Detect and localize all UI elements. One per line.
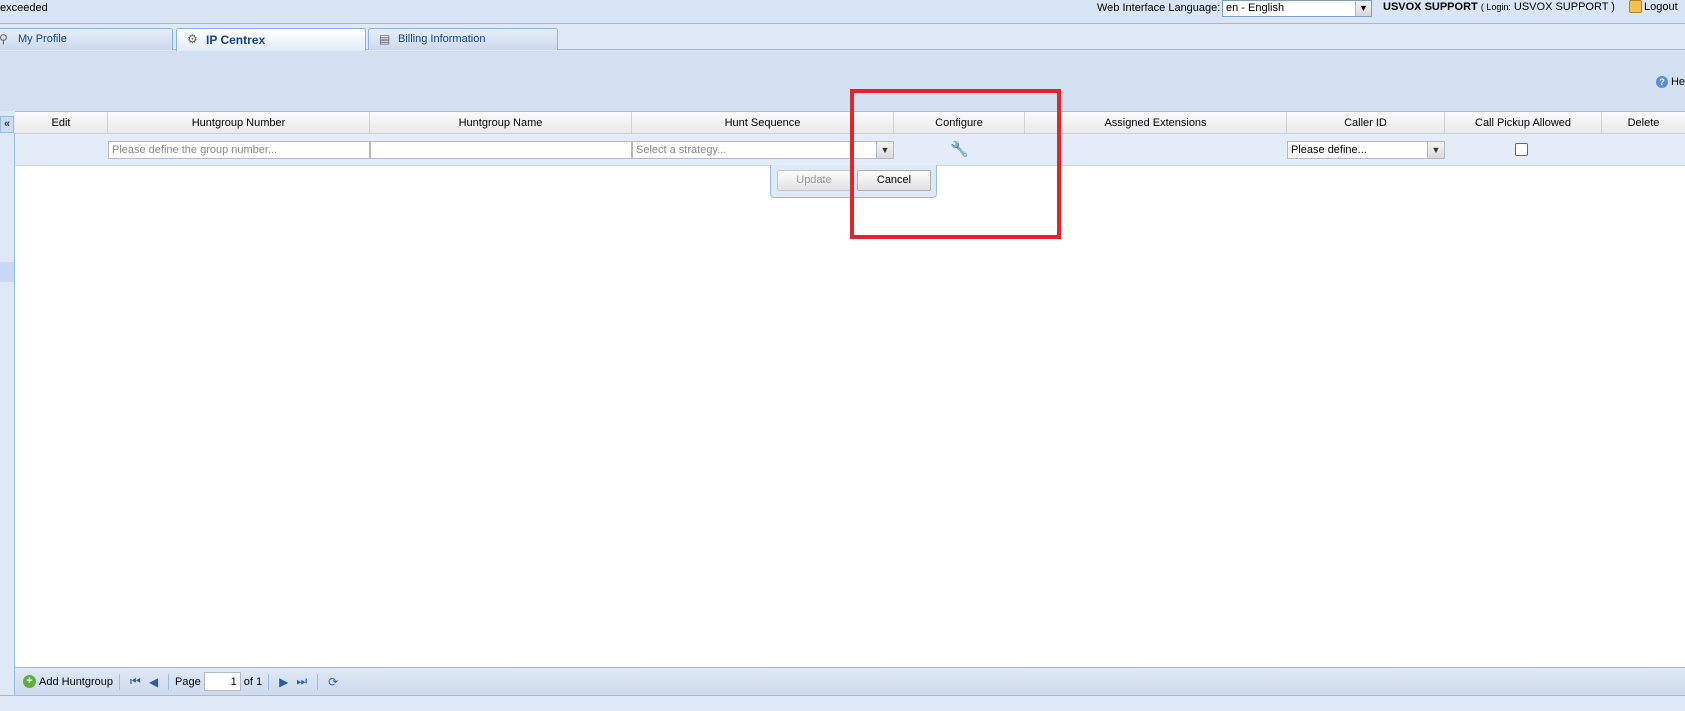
chevron-down-icon[interactable]: ▼ bbox=[1427, 142, 1444, 158]
lock-icon bbox=[1629, 0, 1642, 13]
toolbar-separator bbox=[317, 673, 319, 690]
tab-label: Billing Information bbox=[398, 33, 486, 45]
logout-label: Logout bbox=[1644, 0, 1678, 13]
row-editor-buttons: Update Cancel bbox=[770, 165, 937, 198]
wrench-icon[interactable]: 🔧 bbox=[950, 140, 969, 158]
user-icon: ⚲ bbox=[0, 32, 8, 46]
update-button[interactable]: Update bbox=[777, 170, 851, 191]
editor-row: Please define the group number... Select… bbox=[15, 134, 1685, 166]
login-prefix: ( Login: bbox=[1480, 2, 1511, 12]
document-icon: ▤ bbox=[379, 32, 391, 46]
toolbar-separator bbox=[119, 673, 120, 690]
page-count: of 1 bbox=[243, 675, 263, 688]
user-info: USVOX SUPPORT ( Login: USVOX SUPPORT ) bbox=[1383, 1, 1615, 13]
header-band bbox=[0, 51, 1685, 111]
status-text: exceeded bbox=[0, 2, 48, 14]
sidebar-selected-item[interactable] bbox=[0, 262, 14, 282]
toolbar-separator bbox=[268, 673, 270, 690]
language-label: Web Interface Language: bbox=[1097, 2, 1221, 14]
hunt-sequence-placeholder: Select a strategy... bbox=[636, 144, 727, 156]
collapse-sidebar-button[interactable]: « bbox=[0, 116, 14, 133]
help-button[interactable]: ? He bbox=[1655, 76, 1685, 88]
column-header-edit[interactable]: Edit bbox=[15, 112, 108, 134]
toolbar-separator bbox=[168, 673, 170, 690]
cancel-button[interactable]: Cancel bbox=[857, 170, 931, 191]
column-header-huntgroup-name[interactable]: Huntgroup Name bbox=[370, 112, 632, 134]
huntgroup-number-input[interactable]: Please define the group number... bbox=[108, 141, 370, 159]
gear-icon: ⚙ bbox=[187, 32, 198, 46]
tab-my-profile[interactable]: ⚲ My Profile bbox=[0, 28, 173, 50]
add-huntgroup-button[interactable]: + Add Huntgroup bbox=[23, 675, 113, 688]
add-huntgroup-label: Add Huntgroup bbox=[39, 675, 113, 688]
page-number-input[interactable] bbox=[203, 672, 241, 691]
refresh-icon[interactable]: ⟳ bbox=[328, 675, 338, 689]
column-header-caller-id[interactable]: Caller ID bbox=[1287, 112, 1445, 134]
tab-strip: ⚲ My Profile ⚙ IP Centrex ▤ Billing Info… bbox=[0, 25, 1685, 51]
help-icon: ? bbox=[1655, 76, 1668, 88]
column-header-call-pickup-allowed[interactable]: Call Pickup Allowed bbox=[1445, 112, 1602, 134]
column-header-configure[interactable]: Configure bbox=[894, 112, 1025, 134]
user-name: USVOX SUPPORT bbox=[1383, 1, 1478, 13]
paging-toolbar: + Add Huntgroup ⏮ ◀ Page of 1 ▶ ⏭ ⟳ bbox=[15, 667, 1685, 695]
login-name: USVOX SUPPORT ) bbox=[1513, 1, 1615, 13]
column-header-hunt-sequence[interactable]: Hunt Sequence bbox=[632, 112, 894, 134]
tab-ip-centrex[interactable]: ⚙ IP Centrex bbox=[176, 28, 366, 51]
previous-page-icon[interactable]: ◀ bbox=[149, 675, 158, 689]
tab-label: IP Centrex bbox=[206, 33, 266, 47]
caller-id-select[interactable]: Please define... ▼ bbox=[1287, 141, 1445, 159]
language-select[interactable]: en - English ▼ bbox=[1222, 0, 1372, 17]
grid-header: Edit Huntgroup Number Huntgroup Name Hun… bbox=[15, 112, 1685, 134]
first-page-icon[interactable]: ⏮ bbox=[130, 674, 141, 689]
chevron-down-icon[interactable]: ▼ bbox=[1355, 1, 1371, 16]
last-page-icon[interactable]: ⏭ bbox=[296, 674, 307, 689]
page-label: Page bbox=[175, 675, 201, 688]
hunt-sequence-select[interactable]: Select a strategy... ▼ bbox=[632, 141, 894, 159]
column-header-assigned-extensions[interactable]: Assigned Extensions bbox=[1025, 112, 1287, 134]
call-pickup-checkbox[interactable] bbox=[1515, 143, 1528, 156]
tab-label: My Profile bbox=[18, 33, 67, 45]
column-header-delete[interactable]: Delete bbox=[1602, 112, 1685, 134]
top-bar: exceeded Web Interface Language: en - En… bbox=[0, 0, 1685, 24]
logout-link[interactable]: Logout bbox=[1629, 0, 1678, 13]
add-icon: + bbox=[23, 675, 36, 688]
chevron-down-icon[interactable]: ▼ bbox=[876, 142, 893, 158]
help-label: He bbox=[1670, 76, 1685, 88]
tab-billing-information[interactable]: ▤ Billing Information bbox=[368, 28, 558, 50]
next-page-icon[interactable]: ▶ bbox=[279, 675, 288, 689]
sidebar-collapsed bbox=[0, 133, 15, 711]
column-header-huntgroup-number[interactable]: Huntgroup Number bbox=[108, 112, 370, 134]
huntgroup-name-input[interactable] bbox=[370, 141, 632, 159]
caller-id-value: Please define... bbox=[1291, 144, 1367, 156]
bottom-strip bbox=[0, 695, 1685, 711]
language-value: en - English bbox=[1226, 2, 1285, 14]
